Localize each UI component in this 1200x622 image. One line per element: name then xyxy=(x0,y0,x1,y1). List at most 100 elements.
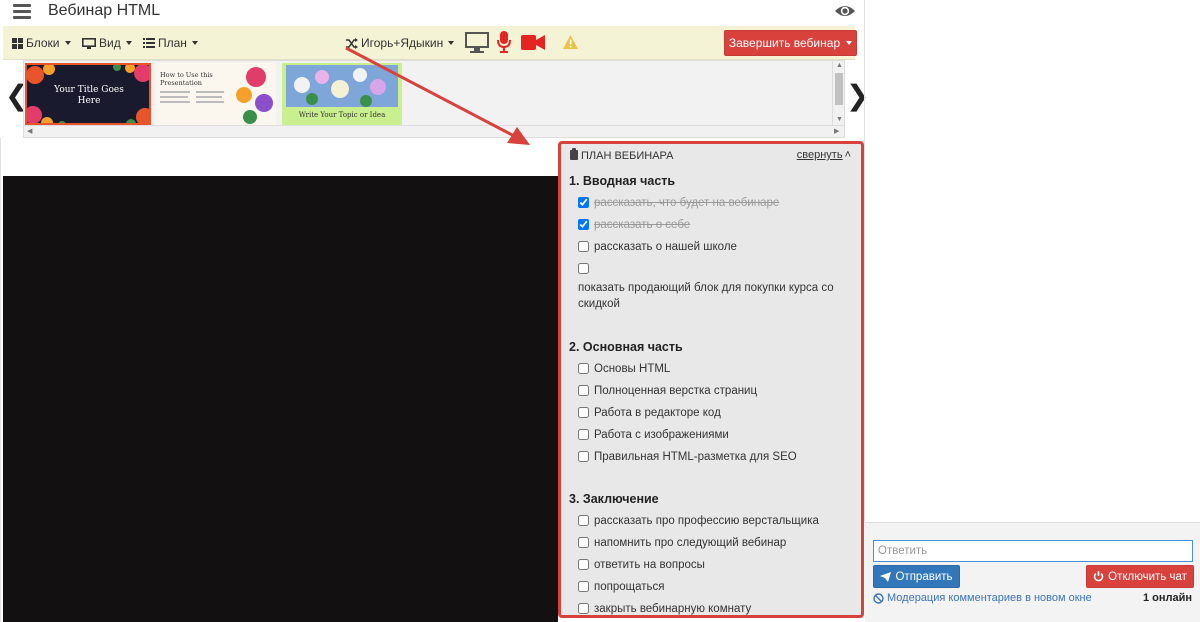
monitor-icon xyxy=(82,37,96,49)
eye-icon[interactable] xyxy=(834,2,856,20)
plan-item-label: Полноценная верстка страниц xyxy=(594,385,758,397)
plan-item-label: закрыть вебинарную комнату xyxy=(594,603,752,615)
plan-title-text: ПЛАН ВЕБИНАРА xyxy=(581,150,674,162)
plan-item-label: рассказать про профессию верстальщика xyxy=(594,515,819,527)
plan-item[interactable]: Основы HTML xyxy=(578,362,853,376)
plan-menu[interactable]: План xyxy=(143,36,198,50)
plan-item[interactable]: попрощаться xyxy=(578,580,853,594)
microphone-icon[interactable] xyxy=(497,31,511,53)
plan-item-checkbox[interactable] xyxy=(578,429,589,440)
plan-item-label: Основы HTML xyxy=(594,363,671,375)
slide-2-content-icon xyxy=(160,67,273,124)
plan-item[interactable]: Работа в редакторе код xyxy=(578,406,853,420)
toolbar: Блоки Вид План Игорь+Ядыкин Завершить ве… xyxy=(3,26,857,60)
slide-thumbnail-2[interactable]: How to Use this Presentation xyxy=(156,63,276,125)
view-menu[interactable]: Вид xyxy=(82,36,132,50)
page-title: Вебинар HTML xyxy=(48,2,161,19)
slide-thumbnail-1[interactable]: Your Title Goes Here xyxy=(25,63,151,125)
moderation-label: Модерация комментариев в новом окне xyxy=(887,592,1092,604)
presenter-switch[interactable]: Игорь+Ядыкин xyxy=(346,36,455,50)
plan-item[interactable]: Работа с изображениями xyxy=(578,428,853,442)
video-camera-icon[interactable] xyxy=(521,35,545,50)
plan-item-checkbox[interactable] xyxy=(578,407,589,418)
video-area[interactable] xyxy=(3,176,558,622)
chat-panel: Отправить Отключить чат Модерация коммен… xyxy=(865,522,1200,622)
plan-item-label: рассказать о нашей школе xyxy=(594,241,737,253)
warning-icon[interactable] xyxy=(563,35,578,49)
plan-item-label: попрощаться xyxy=(594,581,665,593)
plan-item-label: Правильная HTML-разметка для SEO xyxy=(594,451,797,463)
disable-chat-button[interactable]: Отключить чат xyxy=(1086,565,1194,588)
title-bar: Вебинар HTML xyxy=(0,0,865,26)
end-webinar-label: Завершить вебинар xyxy=(728,36,841,50)
presenter-label: Игорь+Ядыкин xyxy=(361,36,444,50)
send-button[interactable]: Отправить xyxy=(873,565,960,588)
plan-item[interactable]: рассказать, что будет на вебинаре xyxy=(578,196,853,210)
scroll-right-icon[interactable]: ▶ xyxy=(834,127,839,135)
plan-section-title: 1. Вводная часть xyxy=(569,174,676,188)
right-divider xyxy=(864,0,865,522)
screen-share-icon[interactable] xyxy=(465,32,489,54)
plan-item-checkbox[interactable] xyxy=(578,241,589,252)
view-menu-label: Вид xyxy=(99,36,121,50)
plan-item[interactable]: показать продающий блок для покупки курс… xyxy=(578,262,853,312)
plan-item[interactable]: рассказать про профессию верстальщика xyxy=(578,514,853,528)
plan-item[interactable]: напомнить про следующий вебинар xyxy=(578,536,853,550)
chevron-up-icon: ˄ xyxy=(844,149,851,161)
blocks-menu[interactable]: Блоки xyxy=(12,36,71,50)
plan-title: ПЛАН ВЕБИНАРА xyxy=(570,148,674,162)
moderation-link[interactable]: Модерация комментариев в новом окне xyxy=(873,592,1092,604)
scroll-down-icon[interactable]: ▼ xyxy=(836,116,843,123)
plan-section-title: 2. Основная часть xyxy=(569,340,683,354)
plan-item-checkbox[interactable] xyxy=(578,537,589,548)
slides-next-arrow-icon[interactable]: ❯ xyxy=(846,82,869,110)
plan-item[interactable]: Правильная HTML-разметка для SEO xyxy=(578,450,853,464)
power-icon xyxy=(1093,571,1104,582)
ban-icon xyxy=(873,592,884,604)
plan-item-checkbox[interactable] xyxy=(578,385,589,396)
grid-icon xyxy=(12,37,23,49)
slides-horizontal-scrollbar[interactable]: ◀ ▶ xyxy=(24,125,844,137)
plan-item-label: Работа в редакторе код xyxy=(594,407,721,419)
webinar-room: Вебинар HTML Блоки Вид План Игорь+Ядыкин… xyxy=(0,0,1200,622)
plan-item-label: напомнить про следующий вебинар xyxy=(594,537,787,549)
reply-input[interactable] xyxy=(873,540,1193,562)
plan-item-label: ответить на вопросы xyxy=(594,559,705,571)
end-webinar-button[interactable]: Завершить вебинар xyxy=(724,30,857,56)
plan-item-checkbox[interactable] xyxy=(578,581,589,592)
scroll-left-icon[interactable]: ◀ xyxy=(27,127,32,135)
disable-chat-label: Отключить чат xyxy=(1108,570,1187,583)
plan-item-label: показать продающий блок для покупки курс… xyxy=(578,282,834,310)
shuffle-icon xyxy=(346,37,358,49)
plan-item-checkbox[interactable] xyxy=(578,363,589,374)
scrollbar-thumb[interactable] xyxy=(835,73,843,105)
collapse-plan-link[interactable]: свернуть ˄ xyxy=(797,149,851,161)
plan-item-label: рассказать о себе xyxy=(594,219,691,231)
plan-item-label: Работа с изображениями xyxy=(594,429,729,441)
slide-3-title: Write Your Topic or Idea xyxy=(298,111,386,119)
slide-thumbnail-3[interactable]: Write Your Topic or Idea xyxy=(282,63,402,125)
plan-item-checkbox[interactable] xyxy=(578,451,589,462)
plan-item[interactable]: Полноценная верстка страниц xyxy=(578,384,853,398)
slides-strip: ❮ Your Title Goes Here How to Use this P… xyxy=(3,60,869,138)
plan-item[interactable]: рассказать о нашей школе xyxy=(578,240,853,254)
plan-header: ПЛАН ВЕБИНАРА свернуть ˄ xyxy=(569,148,853,168)
list-icon xyxy=(143,38,155,48)
plan-item-checkbox[interactable] xyxy=(578,515,589,526)
paper-plane-icon xyxy=(880,571,892,582)
plan-item-checkbox[interactable] xyxy=(578,197,589,208)
plan-item-checkbox[interactable] xyxy=(578,559,589,570)
plan-item-checkbox[interactable] xyxy=(578,263,589,274)
hamburger-menu-icon[interactable] xyxy=(13,4,31,20)
collapse-label: свернуть xyxy=(796,149,843,161)
plan-item[interactable]: ответить на вопросы xyxy=(578,558,853,572)
clipboard-icon xyxy=(570,148,578,160)
plan-item-checkbox[interactable] xyxy=(578,603,589,614)
plan-item[interactable]: закрыть вебинарную комнату xyxy=(578,602,853,616)
plan-item[interactable]: рассказать о себе xyxy=(578,218,853,232)
slides-vertical-scrollbar[interactable]: ▲ ▼ xyxy=(832,61,844,127)
blocks-menu-label: Блоки xyxy=(26,36,60,50)
scroll-up-icon[interactable]: ▲ xyxy=(836,62,843,69)
plan-item-checkbox[interactable] xyxy=(578,219,589,230)
plan-menu-label: План xyxy=(158,36,187,50)
